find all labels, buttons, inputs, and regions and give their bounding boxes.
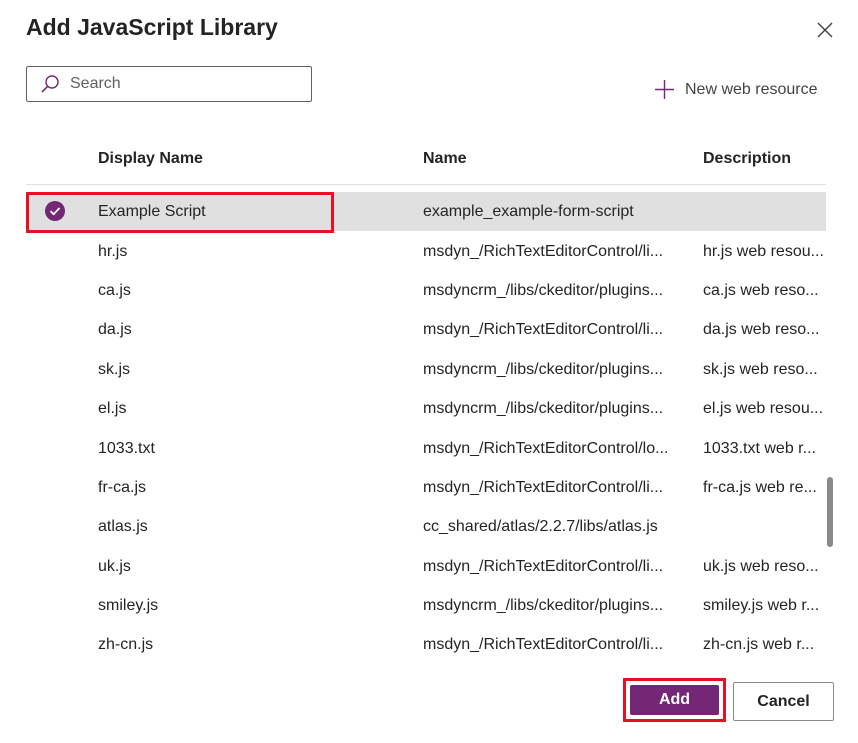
table-row[interactable]: hr.js msdyn_/RichTextEditorControl/li...… (26, 232, 826, 271)
dialog-title: Add JavaScript Library (26, 14, 278, 40)
row-name: example_example-form-script (423, 203, 634, 220)
row-display-name: Example Script (98, 203, 206, 220)
row-description: ca.js web reso... (703, 282, 819, 299)
checkmark-circle-icon[interactable] (45, 201, 65, 221)
row-description: smiley.js web r... (703, 597, 820, 614)
row-name: msdyn_/RichTextEditorControl/li... (423, 243, 664, 260)
table-row[interactable]: 1033.txt msdyn_/RichTextEditorControl/lo… (26, 429, 826, 468)
add-button-highlight: Add (623, 678, 726, 722)
table-row[interactable]: atlas.js cc_shared/atlas/2.2.7/libs/atla… (26, 507, 826, 546)
row-description: uk.js web reso... (703, 558, 819, 575)
row-description: da.js web reso... (703, 321, 820, 338)
close-icon (817, 22, 833, 38)
table-row[interactable]: el.js msdyncrm_/libs/ckeditor/plugins...… (26, 389, 826, 428)
new-web-resource-label: New web resource (685, 80, 818, 98)
plus-icon (655, 80, 674, 99)
row-display-name: hr.js (98, 243, 128, 260)
row-display-name: 1033.txt (98, 440, 155, 457)
row-description: zh-cn.js web r... (703, 636, 815, 653)
table-row[interactable]: smiley.js msdyncrm_/libs/ckeditor/plugin… (26, 586, 826, 625)
table-row[interactable]: sk.js msdyncrm_/libs/ckeditor/plugins...… (26, 350, 826, 389)
new-web-resource-button[interactable]: New web resource (654, 79, 818, 100)
row-description: sk.js web reso... (703, 361, 818, 378)
row-name: msdyncrm_/libs/ckeditor/plugins... (423, 282, 664, 299)
row-display-name: fr-ca.js (98, 479, 146, 496)
row-name: msdyn_/RichTextEditorControl/li... (423, 558, 664, 575)
close-button[interactable] (814, 19, 836, 41)
table-row[interactable]: da.js msdyn_/RichTextEditorControl/li...… (26, 310, 826, 349)
row-display-name: ca.js (98, 282, 131, 299)
search-box[interactable] (26, 66, 312, 102)
row-name: msdyn_/RichTextEditorControl/li... (423, 321, 664, 338)
row-description: hr.js web resou... (703, 243, 824, 260)
row-name: msdyn_/RichTextEditorControl/lo... (423, 440, 669, 457)
header-divider (26, 184, 826, 185)
row-display-name: da.js (98, 321, 132, 338)
table-row[interactable]: Example Script example_example-form-scri… (26, 192, 826, 231)
table-row[interactable]: zh-cn.js msdyn_/RichTextEditorControl/li… (26, 625, 826, 655)
row-description: 1033.txt web r... (703, 440, 816, 457)
column-header-description[interactable]: Description (703, 150, 791, 168)
row-name: cc_shared/atlas/2.2.7/libs/atlas.js (423, 518, 658, 535)
table-row[interactable]: ca.js msdyncrm_/libs/ckeditor/plugins...… (26, 271, 826, 310)
search-input[interactable] (68, 74, 292, 94)
row-name: msdyncrm_/libs/ckeditor/plugins... (423, 361, 664, 378)
table-row[interactable]: uk.js msdyn_/RichTextEditorControl/li...… (26, 547, 826, 586)
row-display-name: zh-cn.js (98, 636, 154, 653)
row-name: msdyncrm_/libs/ckeditor/plugins... (423, 597, 664, 614)
column-header-name[interactable]: Name (423, 150, 467, 168)
row-name: msdyncrm_/libs/ckeditor/plugins... (423, 400, 664, 417)
row-name: msdyn_/RichTextEditorControl/li... (423, 636, 664, 653)
row-display-name: el.js (98, 400, 127, 417)
row-display-name: sk.js (98, 361, 130, 378)
row-display-name: atlas.js (98, 518, 148, 535)
row-description: el.js web resou... (703, 400, 824, 417)
scrollbar-thumb[interactable] (827, 477, 833, 547)
row-description: fr-ca.js web re... (703, 479, 817, 496)
row-display-name: uk.js (98, 558, 131, 575)
row-name: msdyn_/RichTextEditorControl/li... (423, 479, 664, 496)
table-row[interactable]: fr-ca.js msdyn_/RichTextEditorControl/li… (26, 468, 826, 507)
search-icon (41, 75, 59, 93)
cancel-button[interactable]: Cancel (733, 682, 834, 721)
add-button[interactable]: Add (630, 685, 719, 715)
column-header-display-name[interactable]: Display Name (98, 150, 203, 168)
row-display-name: smiley.js (98, 597, 159, 614)
